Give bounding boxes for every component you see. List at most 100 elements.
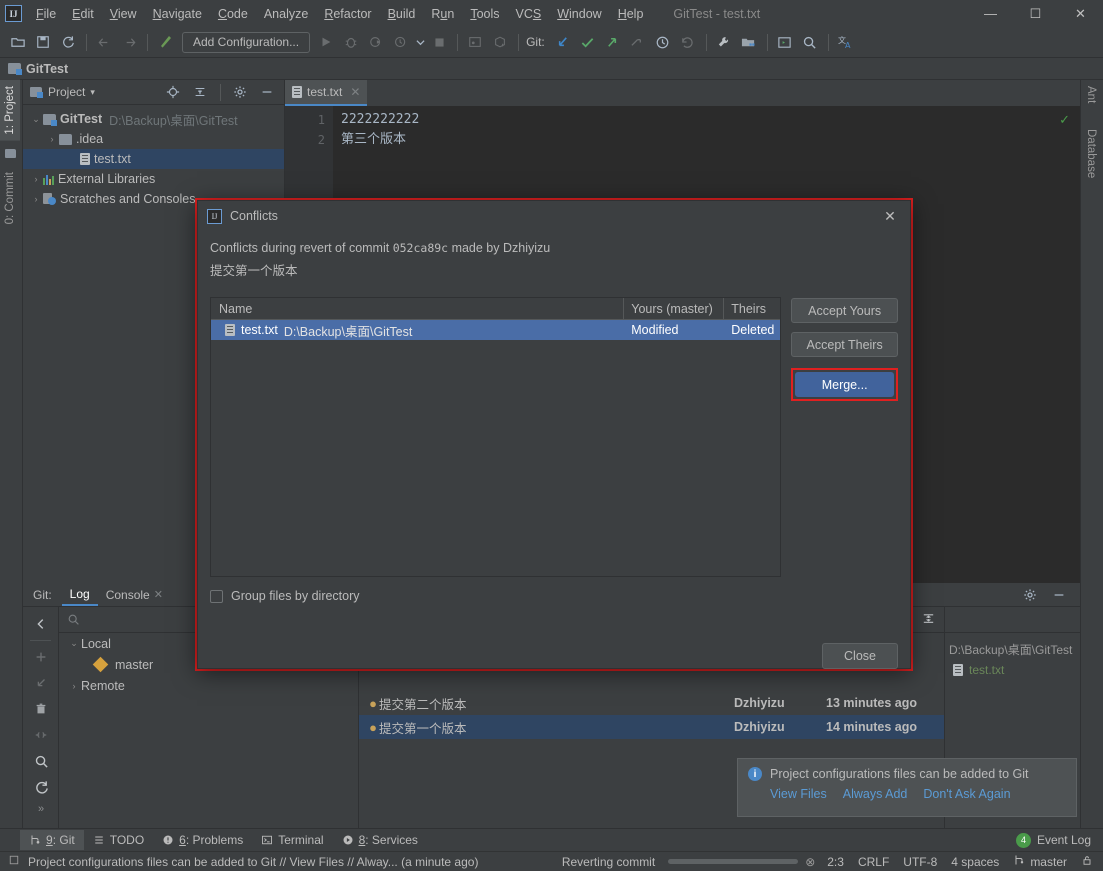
accept-theirs-button[interactable]: Accept Theirs [791,332,898,357]
minimize-button[interactable]: — [968,0,1013,27]
column-header-name[interactable]: Name [211,298,625,319]
menu-item-run[interactable]: Run [423,3,462,25]
menu-item-analyze[interactable]: Analyze [256,3,316,25]
hide-icon[interactable] [255,80,279,104]
menu-item-tools[interactable]: Tools [462,3,507,25]
chevron-down-icon[interactable]: ⌄ [29,114,43,125]
close-dialog-button[interactable]: ✕ [876,204,904,228]
accept-yours-button[interactable]: Accept Yours [791,298,898,323]
conflicts-table[interactable]: Name Yours (master) Theirs test.txt D:\B… [210,297,782,577]
checkout-icon[interactable] [23,670,59,696]
menu-item-refactor[interactable]: Refactor [316,3,379,25]
chevron-right-icon[interactable]: › [45,134,59,144]
tree-node-gittest[interactable]: ⌄ GitTest D:\Backup\桌面\GitTest [23,109,284,129]
tab-console[interactable]: Console [98,584,158,605]
run-coverage-icon[interactable] [364,30,388,54]
project-structure-icon[interactable] [737,30,761,54]
chevron-down-icon[interactable]: ⌄ [67,638,81,649]
balloon-link-always-add[interactable]: Always Add [843,787,908,801]
open-folder-icon[interactable] [6,30,30,54]
history-icon[interactable] [651,30,675,54]
push-icon[interactable] [601,30,625,54]
bottom-tab-todo[interactable]: TODO [84,830,153,850]
breadcrumb-project[interactable]: GitTest [26,62,68,76]
balloon-link-view-files[interactable]: View Files [770,787,827,801]
close-icon[interactable]: ✕ [350,85,360,99]
group-files-checkbox[interactable] [210,589,223,603]
menu-item-edit[interactable]: Edit [64,3,102,25]
lock-icon[interactable] [1081,854,1093,870]
close-icon[interactable]: ✕ [154,588,163,601]
forward-arrow-icon[interactable] [117,30,141,54]
sync-icon[interactable] [56,30,80,54]
add-configuration-button[interactable]: Add Configuration... [182,31,311,53]
menu-item-view[interactable]: View [102,3,145,25]
group-files-checkbox-row[interactable]: Group files by directory [210,589,898,603]
merge-icon[interactable] [23,722,59,748]
update-project-icon[interactable] [551,30,575,54]
chevron-right-icon[interactable]: › [29,194,43,204]
editor-tab-test-txt[interactable]: test.txt ✕ [285,80,368,106]
locate-icon[interactable] [161,80,185,104]
menu-item-vcs[interactable]: VCS [508,3,550,25]
delete-trash-icon[interactable] [23,696,59,722]
tree-node-test-txt[interactable]: test.txt [23,149,284,169]
commit-row[interactable]: ● 提交第二个版本 Dzhiyizu 13 minutes ago [359,691,944,715]
sidebar-item-commit[interactable]: 0: Commit [0,166,20,230]
tree-node-idea[interactable]: › .idea [23,129,284,149]
bottom-tab-terminal[interactable]: Terminal [252,830,332,850]
cancel-task-icon[interactable]: ⊗ [805,855,815,869]
chevron-right-icon[interactable]: › [67,681,81,691]
close-button[interactable]: Close [822,643,898,669]
settings-wrench-icon[interactable] [712,30,736,54]
commit-icon[interactable] [576,30,600,54]
sidebar-item-project[interactable]: 1: Project [0,80,20,141]
build-hammer-icon[interactable] [153,30,177,54]
menu-item-code[interactable]: Code [210,3,256,25]
column-header-theirs[interactable]: Theirs [724,298,780,319]
refresh-icon[interactable] [23,774,59,800]
bottom-tab-git[interactable]: 9: Git [20,830,84,850]
commit-row[interactable]: ● 提交第一个版本 Dzhiyizu 14 minutes ago [359,715,944,739]
collapse-icon[interactable] [921,611,936,629]
menu-item-navigate[interactable]: Navigate [145,3,210,25]
more-icon[interactable]: » [23,800,59,818]
chevron-right-icon[interactable]: › [29,174,43,184]
column-header-yours[interactable]: Yours (master) [624,298,725,319]
caret-position[interactable]: 2:3 [827,855,844,869]
event-log-label[interactable]: Event Log [1037,833,1091,847]
bottom-tab-services[interactable]: 8: Services [333,830,427,850]
package-icon[interactable] [488,30,512,54]
translate-icon[interactable]: 文A [834,30,858,54]
debug-icon[interactable] [339,30,363,54]
current-branch[interactable]: master [1030,855,1067,869]
inspection-ok-icon[interactable]: ✓ [1059,112,1070,128]
menu-item-help[interactable]: Help [610,3,652,25]
add-icon[interactable] [23,644,59,670]
status-message[interactable]: Project configurations files can be adde… [28,855,478,869]
menu-item-window[interactable]: Window [549,3,609,25]
branch-group-remote[interactable]: › Remote [59,675,358,696]
merge-button[interactable]: Merge... [795,372,894,397]
file-encoding[interactable]: UTF-8 [903,855,937,869]
sidebar-item-ant[interactable]: Ant [1081,80,1101,109]
run-icon[interactable] [314,30,338,54]
event-log-status[interactable]: 4 Event Log [1015,832,1103,848]
bottom-tab-problems[interactable]: 6: Problems [153,830,252,850]
code-text[interactable]: 2222222222 第三个版本 [341,110,1066,150]
settings-gear-icon[interactable] [1018,583,1042,607]
collapse-all-icon[interactable] [188,80,212,104]
collapse-left-icon[interactable] [23,611,59,637]
menu-item-build[interactable]: Build [380,3,424,25]
settings-gear-icon[interactable] [228,80,252,104]
menu-item-file[interactable]: FFileile [28,3,64,25]
sidebar-item-database[interactable]: Database [1081,123,1101,184]
chevron-down-icon[interactable]: ▾ [90,87,95,98]
line-separator[interactable]: CRLF [858,855,889,869]
search-everywhere-icon[interactable] [798,30,822,54]
balloon-link-dont-ask-again[interactable]: Don't Ask Again [923,787,1010,801]
indent-setting[interactable]: 4 spaces [951,855,999,869]
tree-node-external-libraries[interactable]: › External Libraries [23,169,284,189]
chevron-down-icon[interactable] [414,30,426,54]
profile-icon[interactable] [389,30,413,54]
